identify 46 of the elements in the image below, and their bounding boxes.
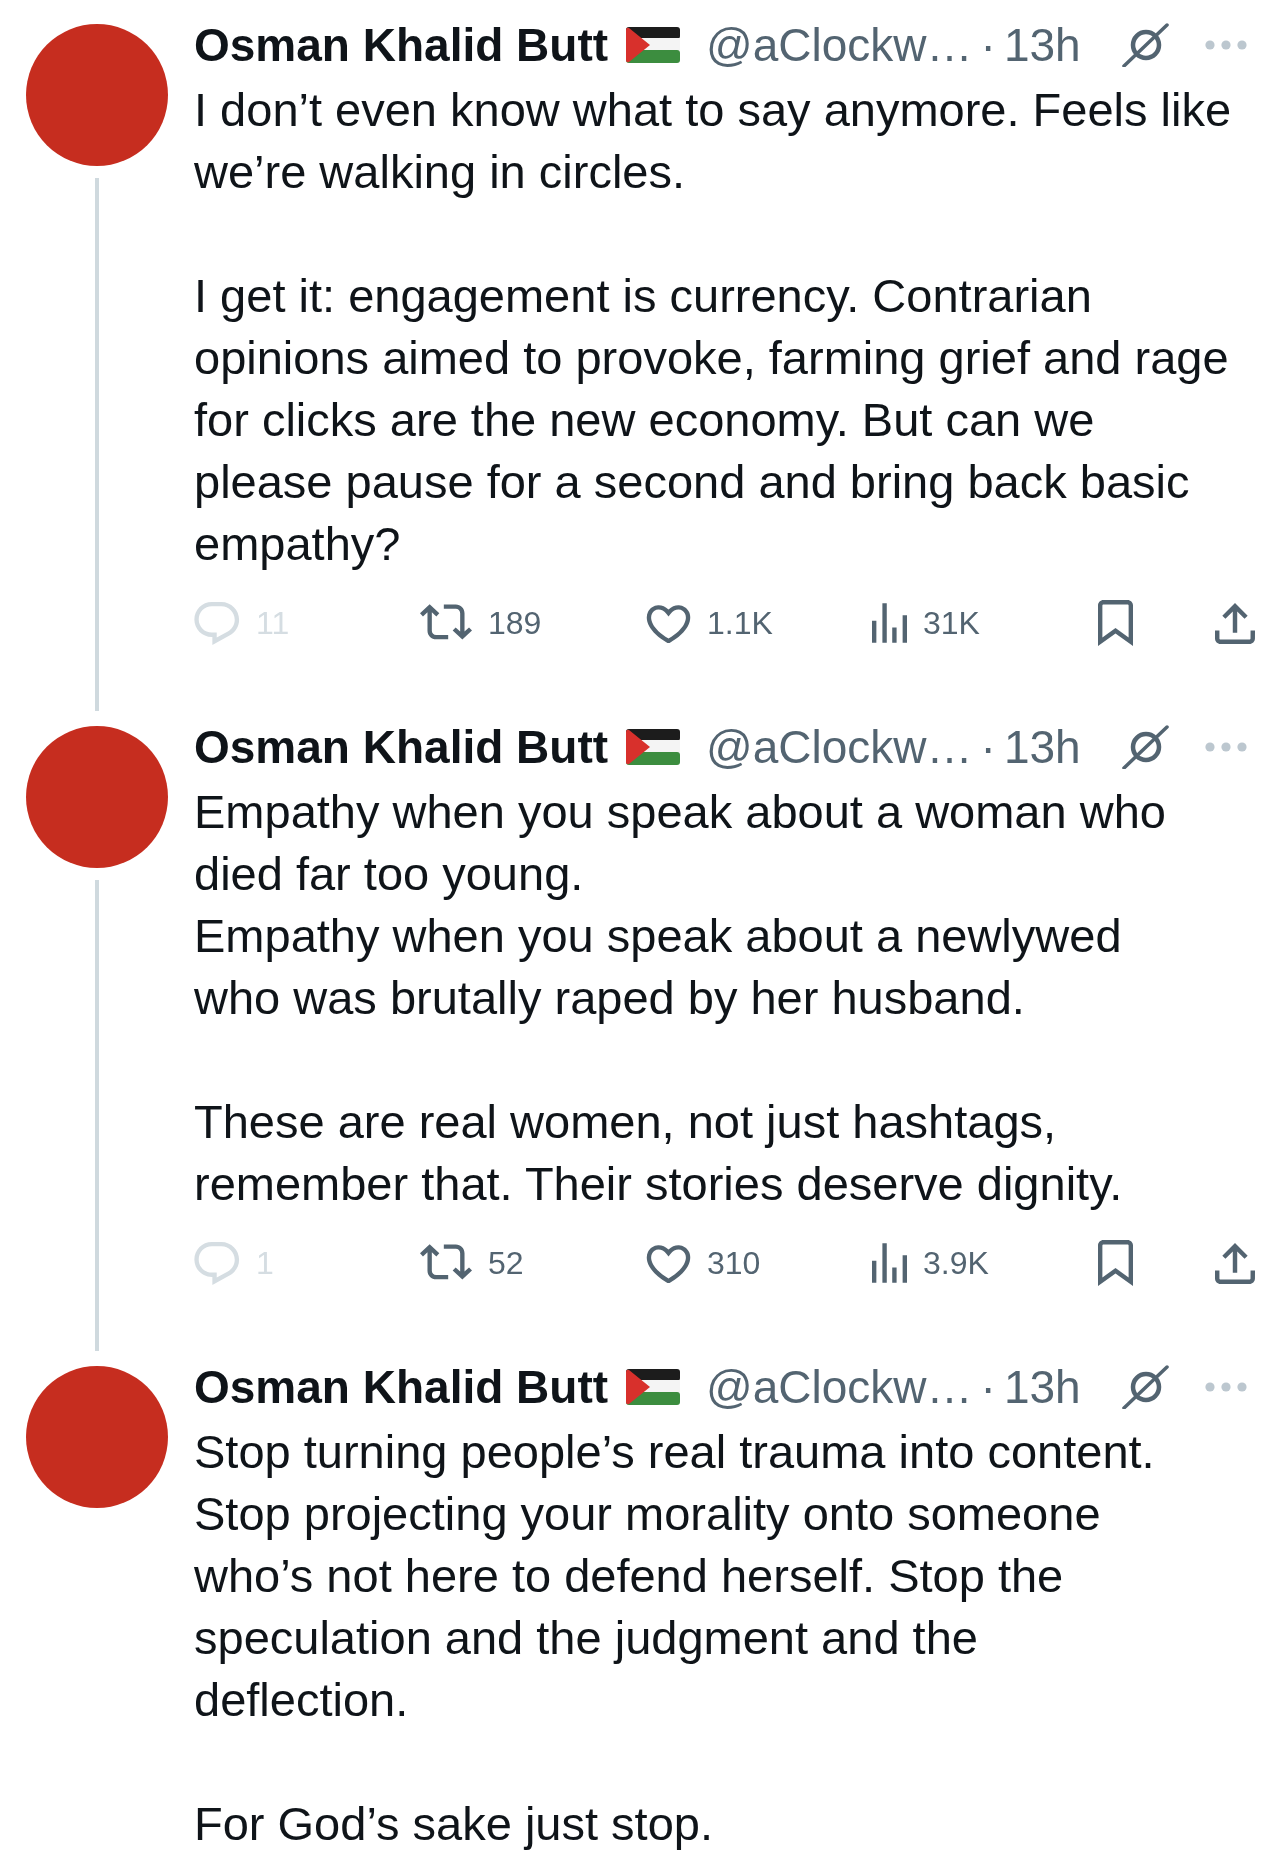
tweet-paragraph: I don’t even know what to say anymore. Feels like we’re walking in circles. — [194, 82, 1233, 200]
heart-icon — [646, 1243, 691, 1283]
bar-chart-icon — [872, 603, 907, 643]
tweet-paragraph: These are real women, not just hashtags, remember that. Their stories deserve dignity. — [194, 1094, 1124, 1212]
timestamp[interactable]: 13h — [1003, 22, 1081, 68]
author-handle[interactable]: @aClockw… — [706, 22, 973, 68]
heart-icon — [646, 603, 691, 643]
author-name[interactable]: Osman Khalid Butt — [194, 1364, 609, 1410]
slashed-circle-icon[interactable] — [1121, 1365, 1169, 1409]
timestamp[interactable]: 13h — [1003, 1364, 1081, 1410]
timestamp[interactable]: 13h — [1003, 724, 1081, 770]
bookmark-button[interactable] — [1098, 600, 1133, 646]
separator-dot: · — [980, 22, 996, 68]
like-button[interactable]: 310 — [646, 1243, 761, 1283]
separator-dot: · — [980, 1364, 996, 1410]
flag-icon — [626, 1369, 681, 1405]
author-name[interactable]: Osman Khalid Butt — [194, 724, 609, 770]
tweet-paragraph: I get it: engagement is currency. Contrarian opinions aimed to provoke, farming grief and rage for clicks are the new economy. But can we please pause for a second and bring back basic empathy? — [194, 268, 1230, 572]
slashed-circle-icon[interactable] — [1121, 23, 1169, 67]
author-name[interactable]: Osman Khalid Butt — [194, 22, 609, 68]
bookmark-icon — [1098, 1240, 1133, 1286]
comment-icon — [194, 1241, 240, 1285]
views-button[interactable]: 31K — [872, 603, 980, 643]
share-icon — [1215, 602, 1255, 644]
bookmark-button[interactable] — [1098, 1240, 1133, 1286]
share-button[interactable] — [1215, 602, 1255, 644]
views-button[interactable]: 3.9K — [872, 1243, 989, 1283]
tweet-paragraph: Empathy when you speak about a woman who died far too young. Empathy when you speak about a newlywed who was brutally raped by her husband. — [194, 784, 1167, 1026]
author-handle[interactable]: @aClockw… — [706, 1364, 973, 1410]
slashed-circle-icon[interactable] — [1121, 725, 1169, 769]
author-handle[interactable]: @aClockw… — [706, 724, 973, 770]
separator-dot: · — [980, 724, 996, 770]
bookmark-icon — [1098, 600, 1133, 646]
bar-chart-icon — [872, 1243, 907, 1283]
share-button[interactable] — [1215, 1242, 1255, 1284]
repost-button[interactable]: 52 — [420, 1244, 524, 1282]
comment-icon — [194, 601, 240, 645]
flag-icon — [626, 729, 681, 765]
repost-arrows-icon — [420, 1244, 472, 1282]
tweet-paragraph: For God’s sake just stop. — [194, 1796, 714, 1852]
repost-arrows-icon — [420, 604, 472, 642]
like-button[interactable]: 1.1K — [646, 603, 773, 643]
flag-icon — [626, 27, 681, 63]
tweet-paragraph: Stop turning people’s real trauma into content. Stop projecting your morality onto someone who’s not here to defend herself. Stop the speculation and the judgment and the deflection. — [194, 1424, 1156, 1728]
share-icon — [1215, 1242, 1255, 1284]
repost-button[interactable]: 189 — [420, 604, 542, 642]
